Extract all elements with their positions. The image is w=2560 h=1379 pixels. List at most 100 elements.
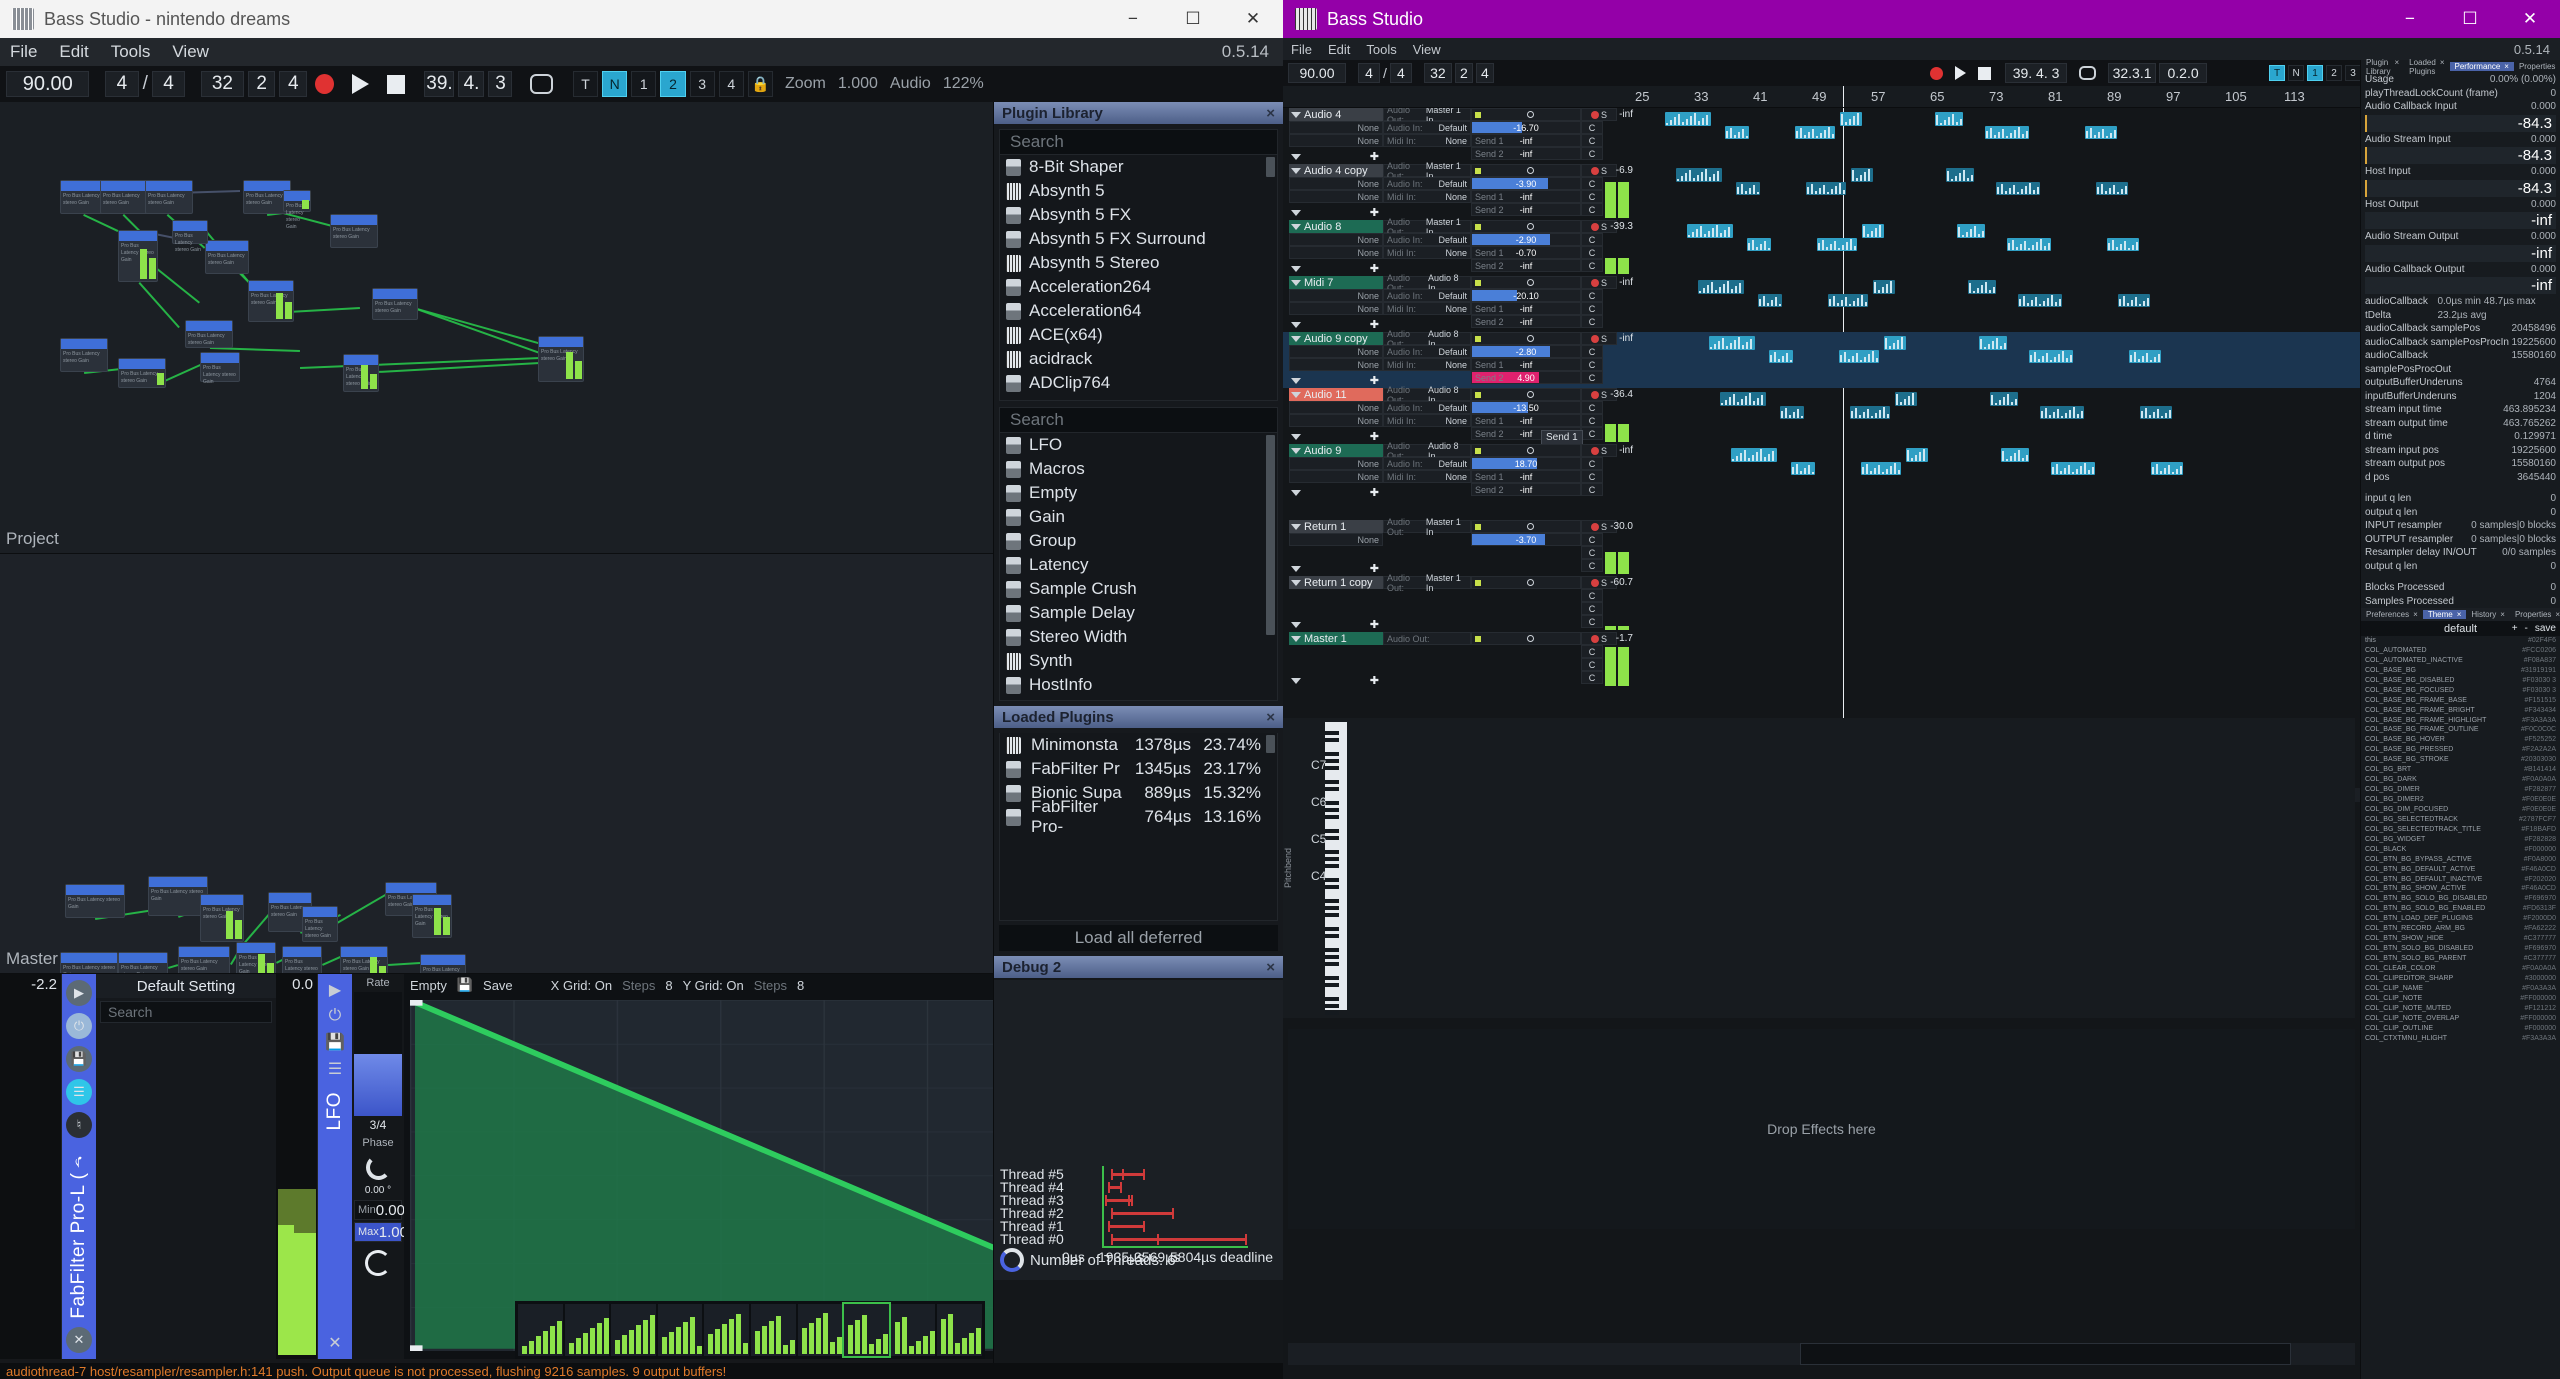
track-automation-button[interactable]: C — [1581, 358, 1603, 371]
track-volume-slider[interactable]: -2.90 — [1471, 233, 1581, 246]
playhead-position[interactable]: 39. 4. 3 — [2005, 63, 2067, 83]
theme-color-row[interactable]: COL_BG_WIDGET#F282828 — [2361, 835, 2560, 845]
track-automation-button[interactable]: C — [1581, 533, 1603, 546]
track-io-cell[interactable]: Audio Out:Master 1 In — [1383, 220, 1471, 233]
loop-beats-field[interactable]: 2 — [1455, 63, 1473, 83]
track-io-cell[interactable]: Audio Out:Audio 8 In — [1383, 388, 1471, 401]
track-monitor-cell[interactable] — [1471, 444, 1581, 457]
track-automation-button[interactable]: C — [1581, 414, 1603, 427]
loaded-plugins-header[interactable]: Loaded Plugins × — [994, 706, 1283, 728]
list-item[interactable]: ADClip764 — [1000, 371, 1277, 395]
track-send1-slider[interactable]: Send 1-inf — [1471, 190, 1581, 203]
graph-node[interactable]: Pro Bus Latency stereo Gain — [185, 320, 233, 348]
dock-tab[interactable]: Properties× — [2514, 62, 2560, 71]
theme-color-row[interactable]: COL_CTXTMNU_HLIGHT#F3A3A3A — [2361, 1034, 2560, 1044]
list-item[interactable]: Group — [1000, 529, 1277, 553]
track-io-cell[interactable]: Audio Out:Master 1 In — [1383, 576, 1471, 589]
save-icon[interactable]: 💾 — [325, 1032, 345, 1052]
track-monitor-cell[interactable] — [1471, 388, 1581, 401]
track-automation-button[interactable]: C — [1581, 559, 1603, 572]
list-item[interactable]: Acceleration264 — [1000, 275, 1277, 299]
audio-clip[interactable] — [1851, 168, 1873, 182]
tempo-field[interactable]: 90.00 — [1288, 63, 1346, 83]
track-sub-cell[interactable]: None — [1289, 414, 1383, 427]
track-send2-slider[interactable]: Send 2-inf — [1471, 315, 1581, 328]
track-automation-button[interactable]: C — [1581, 602, 1603, 615]
theme-color-row[interactable]: COL_AUTOMATED_INACTIVE#F08A837 — [2361, 656, 2560, 666]
audio-clip[interactable] — [1736, 182, 1760, 195]
track-io-cell[interactable]: Audio Out:Master 1 In — [1383, 108, 1471, 121]
pan-knob-icon[interactable] — [1527, 523, 1534, 530]
track-monitor-cell[interactable] — [1471, 332, 1581, 345]
track-monitor-cell[interactable] — [1471, 220, 1581, 233]
list-item[interactable]: 8-Bit Shaper — [1000, 155, 1277, 179]
theme-color-row[interactable]: COL_BTN_BG_SHOW_ACTIVE#F46A0CD — [2361, 884, 2560, 894]
clip-thumbnail[interactable] — [751, 1304, 796, 1356]
menu-file[interactable]: File — [10, 42, 37, 62]
audio-clip[interactable] — [2129, 350, 2161, 363]
clip-thumbnail[interactable] — [844, 1304, 889, 1356]
track-send1-slider[interactable]: Send 1-inf — [1471, 134, 1581, 147]
track-name-cell[interactable]: Audio 11 — [1289, 388, 1383, 401]
pan-knob-icon[interactable] — [1527, 635, 1534, 642]
track-automation-button[interactable]: C — [1581, 203, 1603, 216]
audio-clip[interactable] — [1985, 126, 2029, 139]
theme-add-button[interactable]: + — [2512, 623, 2518, 634]
audio-clip[interactable] — [1709, 336, 1755, 350]
clip-thumbnail[interactable] — [658, 1304, 703, 1356]
track-add-cell[interactable]: ✚ — [1289, 262, 1383, 275]
track-automation-button[interactable]: C — [1581, 177, 1603, 190]
pan-knob-icon[interactable] — [1527, 447, 1534, 454]
sliders-icon[interactable]: ☰ — [328, 1059, 342, 1079]
expand-triangle-icon[interactable] — [1291, 378, 1301, 384]
track-io-cell[interactable]: Midi In:None — [1383, 246, 1471, 259]
track-name-cell[interactable]: Master 1 — [1289, 632, 1383, 645]
audio-clip[interactable] — [1968, 280, 1996, 294]
list-item[interactable]: acidrack — [1000, 347, 1277, 371]
theme-color-row[interactable]: COL_BG_SELECTEDTRACK#2787FCF7 — [2361, 815, 2560, 825]
audio-clip[interactable] — [1795, 126, 1835, 139]
graph-node[interactable]: Pro Bus Latency stereo Gain — [372, 288, 418, 320]
close-icon[interactable]: × — [2504, 62, 2509, 71]
list-item[interactable]: ACE(x64) — [1000, 323, 1277, 347]
audio-clip[interactable] — [1780, 406, 1804, 419]
piano-black-key[interactable] — [1325, 885, 1339, 889]
theme-color-row[interactable]: COL_BTN_BG_SOLO_BG_DISABLED#F696970 — [2361, 894, 2560, 904]
menu-view[interactable]: View — [172, 42, 209, 62]
loop-ticks-field[interactable]: 4 — [1476, 63, 1494, 83]
record-icon[interactable] — [315, 74, 334, 94]
track-name-cell[interactable]: Return 1 — [1289, 520, 1383, 533]
add-icon[interactable]: ✚ — [1370, 674, 1379, 687]
transport-button-n[interactable]: N — [2288, 65, 2304, 81]
track-name-cell[interactable]: Audio 9 copy — [1289, 332, 1383, 345]
theme-color-row[interactable]: COL_CLIP_OUTLINE#F000000 — [2361, 1024, 2560, 1034]
graph-node[interactable]: Pro Bus Latency stereo Gain — [118, 230, 158, 282]
scrollbar[interactable] — [1266, 157, 1275, 177]
transport-button-t[interactable]: T — [2269, 65, 2285, 81]
track-volume-slider[interactable]: -20.10 — [1471, 289, 1581, 302]
record-arm-icon[interactable] — [1591, 447, 1599, 455]
track-io-cell[interactable]: Midi In:None — [1383, 190, 1471, 203]
phase-knob[interactable] — [366, 1155, 391, 1180]
piano-black-key[interactable] — [1325, 1011, 1339, 1015]
piano-black-key[interactable] — [1325, 906, 1339, 910]
list-item[interactable]: Gain — [1000, 505, 1277, 529]
audio-clip[interactable] — [2051, 462, 2095, 475]
theme-color-row[interactable]: COL_CLIPEDITOR_SHARP#3000000 — [2361, 974, 2560, 984]
loop-start-field[interactable]: 32.3.1 — [2108, 63, 2156, 83]
save-icon[interactable]: 💾 — [66, 1046, 92, 1072]
transport-button-2[interactable]: 2 — [2326, 65, 2342, 81]
time-sig-numerator[interactable]: 4 — [105, 71, 138, 97]
theme-color-row[interactable]: COL_CLIP_NOTE_MUTED#F121212 — [2361, 1004, 2560, 1014]
audio-clip[interactable] — [1861, 462, 1901, 475]
stop-icon[interactable] — [387, 75, 405, 94]
piano-black-key[interactable] — [1325, 955, 1339, 959]
loop-end-field[interactable]: 0.2.0 — [2159, 63, 2207, 83]
theme-tab[interactable]: Properties× — [2510, 610, 2560, 619]
bottom-scrollbar-strip[interactable] — [1288, 1343, 2355, 1365]
theme-color-row[interactable]: COL_BTN_BG_DEFAULT_INACTIVE#F202020 — [2361, 875, 2560, 885]
pan-knob-icon[interactable] — [1527, 579, 1534, 586]
close-icon[interactable]: ✕ — [328, 1333, 341, 1353]
table-row[interactable]: FabFilter Pro-764µs13.16% — [1000, 805, 1277, 829]
piano-black-key[interactable] — [1325, 836, 1339, 840]
